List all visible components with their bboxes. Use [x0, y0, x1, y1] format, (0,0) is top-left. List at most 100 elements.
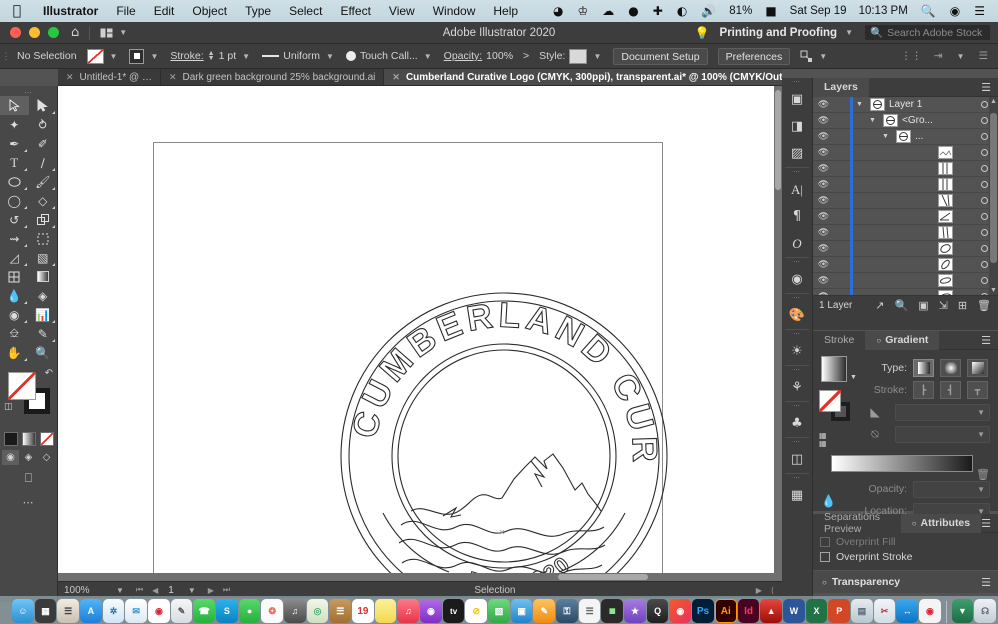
wifi-icon[interactable]: ◐ — [670, 4, 694, 18]
locate-object-icon[interactable]: 🔍 — [894, 299, 908, 312]
play-icon[interactable]: ▶ — [756, 586, 762, 595]
stroke-along-icon[interactable]: ┫ — [940, 381, 961, 399]
fill-color-box[interactable] — [8, 372, 36, 400]
maximize-window-button[interactable] — [48, 27, 59, 38]
dock-scanner-app[interactable]: ▤ — [851, 599, 873, 623]
opacity-value[interactable]: 100% — [486, 50, 513, 62]
dock-reminders[interactable]: ☰ — [578, 599, 601, 623]
make-clipping-mask-icon[interactable]: ▣ — [918, 299, 928, 312]
visibility-eye-icon[interactable]: 👁 — [813, 164, 834, 174]
transform-panel-icon[interactable]: ▣ — [782, 86, 812, 113]
control-bar-grip[interactable]: ⋮ — [0, 44, 12, 69]
rotate-tool[interactable]: ↺ — [0, 210, 29, 229]
creative-cloud-icon[interactable]: ◕ — [546, 4, 570, 18]
delete-stop-icon[interactable]: 🗑 — [976, 468, 990, 481]
dock-image-capture[interactable]: ✂ — [873, 599, 896, 623]
layer-row-path[interactable]: 👁 — [813, 288, 998, 296]
artboards-panel-icon[interactable]: ▦ — [782, 482, 812, 509]
dock-pages[interactable]: ✎ — [533, 599, 556, 623]
dock-downloads-folder[interactable]: ▼ — [951, 599, 974, 623]
dock-stickies[interactable] — [374, 599, 397, 623]
swap-fill-stroke-icon[interactable]: ↶ — [45, 368, 53, 379]
layer-name[interactable]: ... — [915, 131, 923, 142]
dock-word[interactable]: W — [783, 599, 805, 623]
preferences-button[interactable]: Preferences — [717, 47, 791, 65]
artboard-chevron-down-icon[interactable]: ▼ — [180, 586, 204, 595]
dropbox-icon[interactable]: ● — [621, 4, 645, 18]
width-tool[interactable]: ⇝ — [0, 229, 29, 248]
hand-tool[interactable]: ✋ — [0, 343, 29, 362]
gradient-angle-select[interactable]: ▼ — [895, 403, 990, 421]
adobe-stock-search[interactable]: 🔍 Search Adobe Stock — [865, 25, 990, 40]
display-icon[interactable]: ✚ — [646, 4, 670, 18]
dock-photoshop[interactable]: Ps — [692, 599, 714, 623]
opacity-control[interactable]: Opacity: 100% — [439, 50, 518, 62]
rail-grip[interactable]: ⋯ — [782, 258, 812, 266]
transform-icon[interactable]: ⇥ — [934, 50, 943, 62]
menu-object[interactable]: Object — [183, 4, 236, 18]
rail-grip[interactable]: ⋯ — [782, 294, 812, 302]
dock-acrobat[interactable]: ▲ — [760, 599, 783, 623]
arrange-documents-icon[interactable]: ▼ — [100, 28, 129, 38]
menu-illustrator[interactable]: Illustrator — [34, 4, 107, 18]
canvas-horizontal-scrollbar[interactable] — [58, 573, 774, 581]
stroke-swatch[interactable] — [129, 48, 145, 64]
rail-grip[interactable]: ⋯ — [782, 78, 812, 86]
dock-calendar[interactable]: 19 — [352, 599, 374, 623]
close-window-button[interactable] — [10, 27, 21, 38]
perspective-grid-tool[interactable]: ▧ — [29, 248, 58, 267]
dock-itunes-legacy[interactable]: ♫ — [284, 599, 306, 623]
gradient-fill-stroke-toggle-icon[interactable]: ▦ ▦ — [819, 432, 827, 448]
dock-chrome-remote[interactable]: ◉ — [919, 599, 941, 623]
visibility-eye-icon[interactable]: 👁 — [813, 292, 834, 296]
dock-indesign[interactable]: Id — [737, 599, 760, 623]
dock-facetime[interactable]: ☎ — [193, 599, 216, 623]
delete-selection-icon[interactable]: 🗑 — [977, 299, 991, 312]
visibility-eye-icon[interactable]: 👁 — [813, 132, 834, 142]
tab-transparency[interactable]: ○ Transparency — [813, 576, 910, 588]
panel-options-icon[interactable]: ☰ — [979, 50, 988, 62]
dock-chrome[interactable]: ◉ — [148, 599, 170, 623]
curvature-tool[interactable]: ✐ — [29, 134, 58, 153]
expand-control[interactable]: > — [518, 50, 534, 62]
artboard-number[interactable]: 1 — [162, 585, 180, 596]
layer-row-layer1[interactable]: 👁 ▼ Layer 1 — [813, 97, 998, 113]
close-icon[interactable]: ✕ — [66, 72, 74, 83]
dock-illustrator[interactable]: Ai — [714, 599, 737, 623]
visibility-eye-icon[interactable]: 👁 — [813, 148, 834, 158]
create-new-layer-icon[interactable]: ⊞ — [958, 299, 967, 312]
disclosure-triangle-icon[interactable]: ▼ — [853, 101, 866, 108]
overprint-stroke-row[interactable]: Overprint Stroke — [813, 548, 998, 563]
rail-grip[interactable]: ⋯ — [782, 366, 812, 374]
chevron-down-icon[interactable]: ▼ — [955, 52, 967, 61]
menu-type[interactable]: Type — [236, 4, 280, 18]
menu-edit[interactable]: Edit — [145, 4, 184, 18]
scale-tool[interactable] — [29, 210, 58, 229]
tab-gradient[interactable]: ○ Gradient — [865, 330, 940, 350]
brush-definition-control[interactable]: Touch Call... ▼ — [341, 50, 439, 62]
dock-imovie[interactable]: ★ — [624, 599, 646, 623]
visibility-eye-icon[interactable]: 👁 — [813, 228, 834, 238]
next-artboard-icon[interactable]: ▶ — [208, 586, 214, 595]
linear-gradient-icon[interactable] — [913, 359, 934, 377]
gradient-slider[interactable] — [831, 455, 973, 472]
control-center-icon[interactable]: ☰ — [967, 4, 992, 18]
layer-name[interactable]: <Gro... — [902, 115, 933, 126]
none-mode-button[interactable] — [39, 432, 54, 446]
visibility-eye-icon[interactable]: 👁 — [813, 196, 834, 206]
layer-row-path[interactable]: 👁 — [813, 240, 998, 257]
stroke-weight-control[interactable]: Stroke: ▲ ▼ 1 pt ▼ — [165, 50, 257, 62]
panel-menu-icon[interactable]: ☰ — [981, 335, 998, 346]
blend-tool[interactable]: ◈ — [29, 286, 58, 305]
home-icon[interactable]: ⌂ — [71, 25, 79, 40]
dock-notes-app[interactable]: ☰ — [57, 599, 80, 623]
dock-skype[interactable]: S — [216, 599, 238, 623]
dock-keynote[interactable]: ▣ — [510, 599, 533, 623]
layer-row-group[interactable]: 👁 ▼ <Gro... — [813, 112, 998, 129]
magic-wand-tool[interactable]: ✦ — [0, 115, 29, 134]
symbols-panel-icon[interactable]: ⚘ — [782, 374, 812, 401]
layer-row-path[interactable]: 👁 — [813, 176, 998, 193]
color-panel-icon[interactable]: ◉ — [782, 266, 812, 293]
document-tab[interactable]: ✕ Dark green background 25% background.a… — [160, 69, 385, 85]
dock-teamviewer[interactable]: ↔ — [896, 599, 919, 623]
